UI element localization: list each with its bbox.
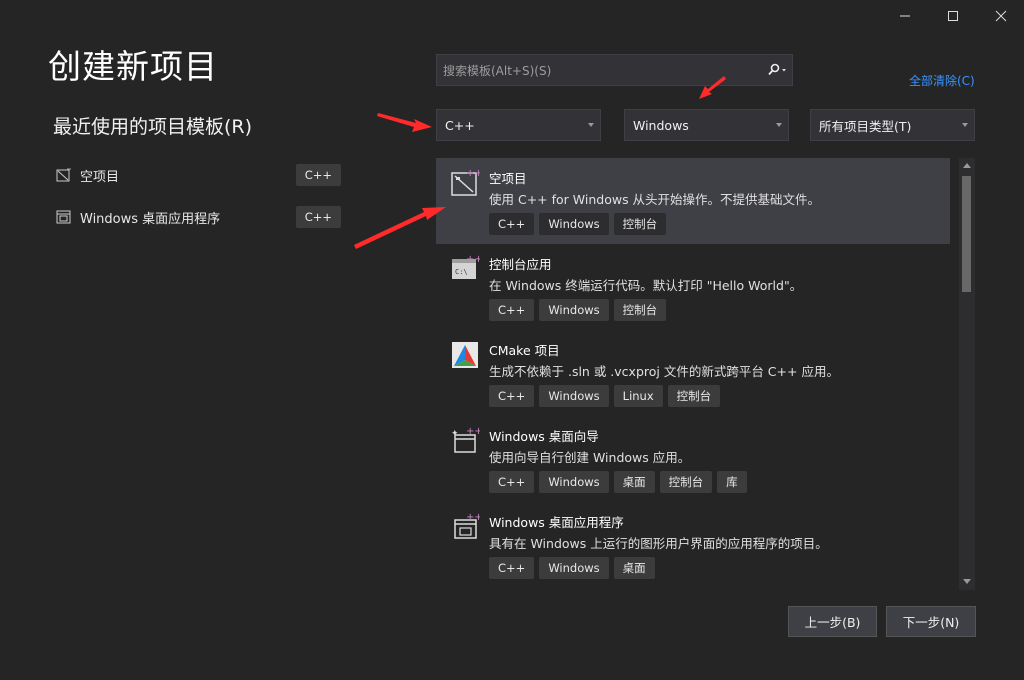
template-name: 控制台应用 xyxy=(489,257,552,272)
desktop-wizard-icon: ✦ ++ xyxy=(450,426,483,456)
template-item-console-app[interactable]: C:\ ++ 控制台应用 在 Windows 终端运行代码。默认打印 "Hello… xyxy=(436,244,950,330)
project-type-filter-value: 所有项目类型(T) xyxy=(819,118,912,134)
template-item-windows-desktop-app[interactable]: ++ Windows 桌面应用程序 具有在 Windows 上运行的图形用户界面… xyxy=(436,502,950,588)
tag-chip: 控制台 xyxy=(659,471,713,493)
svg-text:++: ++ xyxy=(466,254,480,265)
template-description: 在 Windows 终端运行代码。默认打印 "Hello World"。 xyxy=(489,278,803,293)
project-type-filter-dropdown[interactable]: 所有项目类型(T) xyxy=(810,109,975,141)
template-item-desktop-wizard[interactable]: ✦ ++ Windows 桌面向导 使用向导自行创建 Windows 应用。 C+… xyxy=(436,416,950,502)
tag-chip: 库 xyxy=(717,471,747,493)
clear-all-link[interactable]: 全部清除(C) xyxy=(909,72,975,89)
svg-text:++: ++ xyxy=(466,512,480,523)
language-filter-value: C++ xyxy=(445,117,475,133)
template-item-empty-project[interactable]: ++ 空项目 使用 C++ for Windows 从头开始操作。不提供基础文件… xyxy=(436,158,950,244)
minimize-icon[interactable] xyxy=(890,4,920,28)
recent-templates-heading: 最近使用的项目模板(R) xyxy=(53,116,253,138)
svg-text:++: ++ xyxy=(466,168,480,179)
tag-chip: Windows xyxy=(539,213,609,235)
tag-chip: 桌面 xyxy=(613,471,655,493)
template-description: 使用向导自行创建 Windows 应用。 xyxy=(489,450,691,465)
svg-text:✦: ✦ xyxy=(451,429,459,439)
template-tags: C++ Windows 桌面 xyxy=(489,557,660,579)
back-button[interactable]: 上一步(B) xyxy=(788,606,877,637)
platform-filter-dropdown[interactable]: Windows xyxy=(624,109,789,141)
template-name: Windows 桌面应用程序 xyxy=(489,515,624,530)
next-button[interactable]: 下一步(N) xyxy=(886,606,976,637)
console-app-icon: C:\ ++ xyxy=(450,254,483,284)
chevron-down-icon xyxy=(776,123,782,127)
empty-project-icon: ++ xyxy=(450,168,483,198)
language-tag: C++ xyxy=(295,206,341,228)
empty-project-icon xyxy=(56,168,72,182)
template-description: 具有在 Windows 上运行的图形用户界面的应用程序的项目。 xyxy=(489,536,828,551)
template-list-scrollbar[interactable] xyxy=(959,158,975,590)
tag-chip: 桌面 xyxy=(613,557,655,579)
svg-text:C:\: C:\ xyxy=(455,268,468,276)
chevron-down-icon xyxy=(588,123,594,127)
scroll-up-icon[interactable] xyxy=(963,163,971,168)
template-tags: C++ Windows 控制台 xyxy=(489,299,671,321)
template-name: 空项目 xyxy=(489,171,527,186)
tag-chip: 控制台 xyxy=(613,299,667,321)
template-description: 生成不依赖于 .sln 或 .vcxproj 文件的新式跨平台 C++ 应用。 xyxy=(489,364,839,379)
scroll-thumb[interactable] xyxy=(962,176,971,292)
template-search-box xyxy=(436,54,793,87)
tag-chip: C++ xyxy=(489,299,535,321)
recent-item-empty-project[interactable]: 空项目 C++ xyxy=(56,162,346,188)
template-item-cmake-project[interactable]: CMake 项目 生成不依赖于 .sln 或 .vcxproj 文件的新式跨平台… xyxy=(436,330,950,416)
cmake-icon xyxy=(450,340,480,370)
template-name: Windows 桌面向导 xyxy=(489,429,599,444)
search-icon[interactable] xyxy=(762,55,792,85)
recent-item-label: Windows 桌面应用程序 xyxy=(80,211,221,227)
template-tags: C++ Windows 控制台 xyxy=(489,213,671,235)
tag-chip: Linux xyxy=(613,385,663,407)
template-list: ++ 空项目 使用 C++ for Windows 从头开始操作。不提供基础文件… xyxy=(436,158,950,590)
close-icon[interactable] xyxy=(986,4,1016,28)
tag-chip: Windows xyxy=(539,471,609,493)
template-tags: C++ Windows Linux 控制台 xyxy=(489,385,725,407)
template-tags: C++ Windows 桌面 控制台 库 xyxy=(489,471,752,493)
tag-chip: C++ xyxy=(489,557,535,579)
tag-chip: Windows xyxy=(539,557,609,579)
page-title: 创建新项目 xyxy=(48,47,218,86)
svg-text:++: ++ xyxy=(466,426,480,437)
windows-desktop-app-icon xyxy=(56,210,72,224)
chevron-down-icon xyxy=(962,123,968,127)
tag-chip: 控制台 xyxy=(667,385,721,407)
windows-desktop-app-icon: ++ xyxy=(450,512,483,542)
platform-filter-value: Windows xyxy=(633,117,689,133)
recent-item-label: 空项目 xyxy=(80,169,120,185)
tag-chip: C++ xyxy=(489,213,535,235)
search-input[interactable] xyxy=(441,55,745,87)
annotation-arrow-icon xyxy=(377,113,432,132)
language-tag: C++ xyxy=(295,164,341,186)
tag-chip: C++ xyxy=(489,385,535,407)
maximize-icon[interactable] xyxy=(938,4,968,28)
tag-chip: Windows xyxy=(539,385,609,407)
template-description: 使用 C++ for Windows 从头开始操作。不提供基础文件。 xyxy=(489,192,821,207)
scroll-down-icon[interactable] xyxy=(963,579,971,584)
language-filter-dropdown[interactable]: C++ xyxy=(436,109,601,141)
recent-item-windows-desktop-app[interactable]: Windows 桌面应用程序 C++ xyxy=(56,204,346,230)
tag-chip: Windows xyxy=(539,299,609,321)
tag-chip: 控制台 xyxy=(613,213,667,235)
tag-chip: C++ xyxy=(489,471,535,493)
template-name: CMake 项目 xyxy=(489,343,560,358)
